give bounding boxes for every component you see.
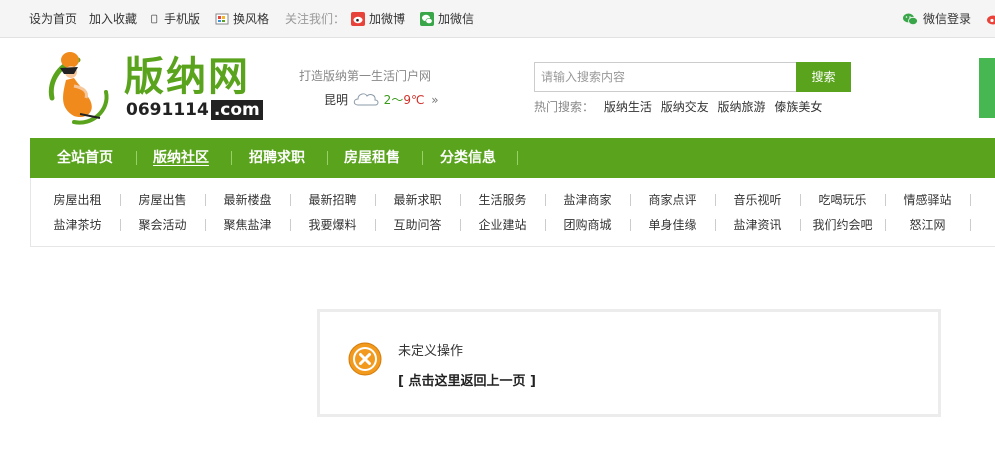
weather-temp-high: 9℃ [403, 93, 425, 107]
sub-nav-link[interactable]: 企业建站 [460, 214, 545, 236]
follow-us-label: 关注我们： [285, 12, 346, 26]
nav-divider [136, 151, 137, 165]
nav-classifieds[interactable]: 分类信息 [440, 138, 496, 178]
sub-nav-link[interactable]: 互助问答 [375, 214, 460, 236]
sub-nav-link[interactable]: 情感驿站 [885, 189, 970, 211]
logo-domain: 0691114 .com [126, 100, 263, 120]
top-bar: 设为首页 加入收藏 手机版 换风格 关注我们： 加微博 加微信 微信登录 [0, 0, 995, 38]
sub-nav-link[interactable]: 这 [970, 214, 995, 236]
sub-nav-link[interactable]: 盐津茶坊 [35, 214, 120, 236]
sub-nav-link[interactable]: 最新招聘 [290, 189, 375, 211]
weibo-login-icon[interactable] [986, 12, 995, 26]
hot-search-link[interactable]: 版纳旅游 [718, 100, 766, 114]
nav-housing[interactable]: 房屋租售 [344, 138, 400, 178]
weather-temp-separator: ～ [391, 93, 404, 107]
weixin-link[interactable]: 加微信 [420, 11, 474, 27]
error-icon [348, 342, 382, 376]
weather-more-icon[interactable]: » [431, 93, 438, 107]
back-link[interactable]: [ 点击这里返回上一页 ] [398, 370, 536, 389]
sub-nav-link[interactable]: 盐津资讯 [715, 214, 800, 236]
nav-divider [231, 151, 232, 165]
mobile-version-link[interactable]: 手机版 [151, 11, 200, 27]
hot-search-link[interactable]: 傣族美女 [774, 100, 822, 114]
sub-nav-row: 房屋出租 房屋出售 最新楼盘 最新招聘 最新求职 生活服务 盐津商家 商家点评 音乐视听 吃喝玩乐… [31, 189, 995, 211]
logo-girl-icon [48, 52, 109, 125]
wechat-login-link[interactable]: 微信登录 [902, 11, 971, 27]
sub-nav-link[interactable]: 怒江网 [885, 214, 970, 236]
nav-divider [517, 151, 518, 165]
search-input[interactable] [534, 62, 797, 92]
mobile-version-label: 手机版 [164, 12, 201, 26]
change-skin-label: 换风格 [233, 12, 270, 26]
palette-icon [215, 13, 229, 25]
add-favorite-link[interactable]: 加入收藏 [89, 11, 137, 27]
hot-search: 热门搜索： 版纳生活 版纳交友 版纳旅游 傣族美女 [534, 98, 827, 115]
sub-nav-link[interactable]: 聚会活动 [120, 214, 205, 236]
sub-nav-row: 盐津茶坊 聚会活动 聚焦盐津 我要爆料 互助问答 企业建站 团购商城 单身佳缘 盐津资讯 我们约会… [31, 214, 995, 236]
wechat-login-label: 微信登录 [923, 12, 972, 26]
hot-search-link[interactable]: 版纳交友 [661, 100, 709, 114]
mobile-icon [151, 14, 158, 24]
hot-search-link[interactable]: 版纳生活 [604, 100, 652, 114]
logo-title: 版纳网 [124, 53, 250, 100]
sub-nav-link[interactable]: 吃喝玩乐 [800, 189, 885, 211]
sub-nav-link[interactable]: 我要爆料 [290, 214, 375, 236]
side-banner[interactable] [979, 58, 995, 118]
weibo-icon [351, 12, 365, 26]
wechat-icon [903, 13, 918, 26]
search-button[interactable]: 搜索 [796, 62, 851, 92]
weibo-label: 加微博 [369, 12, 406, 26]
sub-nav-link[interactable]: 家 [970, 189, 995, 211]
cloud-icon [353, 93, 379, 106]
main-nav: 全站首页 版纳社区 招聘求职 房屋租售 分类信息 [30, 138, 995, 178]
nav-home[interactable]: 全站首页 [57, 138, 113, 178]
weather-widget[interactable]: 昆明 2～9℃ » [324, 90, 439, 108]
weather-city: 昆明 [324, 93, 349, 107]
set-homepage-link[interactable]: 设为首页 [29, 11, 77, 27]
logo-com: .com [210, 100, 263, 120]
error-message: 未定义操作 [398, 344, 464, 359]
nav-jobs[interactable]: 招聘求职 [249, 138, 305, 178]
hot-search-label: 热门搜索： [534, 100, 595, 114]
site-logo[interactable]: 版纳网 0691114 .com [44, 50, 263, 126]
sub-nav: 房屋出租 房屋出售 最新楼盘 最新招聘 最新求职 生活服务 盐津商家 商家点评 音乐视听 吃喝玩乐… [30, 178, 995, 247]
nav-divider [422, 151, 423, 165]
site-slogan: 打造版纳第一生活门户网 [299, 69, 432, 83]
logo-number: 0691114 [126, 100, 209, 120]
change-skin-link[interactable]: 换风格 [215, 11, 269, 27]
sub-nav-link[interactable]: 商家点评 [630, 189, 715, 211]
sub-nav-link[interactable]: 我们约会吧 [800, 214, 885, 236]
sub-nav-link[interactable]: 生活服务 [460, 189, 545, 211]
weixin-icon [420, 12, 434, 26]
sub-nav-link[interactable]: 最新楼盘 [205, 189, 290, 211]
sub-nav-link[interactable]: 房屋出租 [35, 189, 120, 211]
error-panel: 未定义操作 [ 点击这里返回上一页 ] [317, 309, 941, 417]
sub-nav-link[interactable]: 最新求职 [375, 189, 460, 211]
nav-community[interactable]: 版纳社区 [153, 138, 209, 178]
sub-nav-link[interactable]: 盐津商家 [545, 189, 630, 211]
nav-divider [327, 151, 328, 165]
sub-nav-link[interactable]: 音乐视听 [715, 189, 800, 211]
sub-nav-link[interactable]: 单身佳缘 [630, 214, 715, 236]
weixin-label: 加微信 [438, 12, 475, 26]
weibo-link[interactable]: 加微博 [351, 11, 405, 27]
sub-nav-link[interactable]: 团购商城 [545, 214, 630, 236]
sub-nav-link[interactable]: 聚焦盐津 [205, 214, 290, 236]
sub-nav-link[interactable]: 房屋出售 [120, 189, 205, 211]
